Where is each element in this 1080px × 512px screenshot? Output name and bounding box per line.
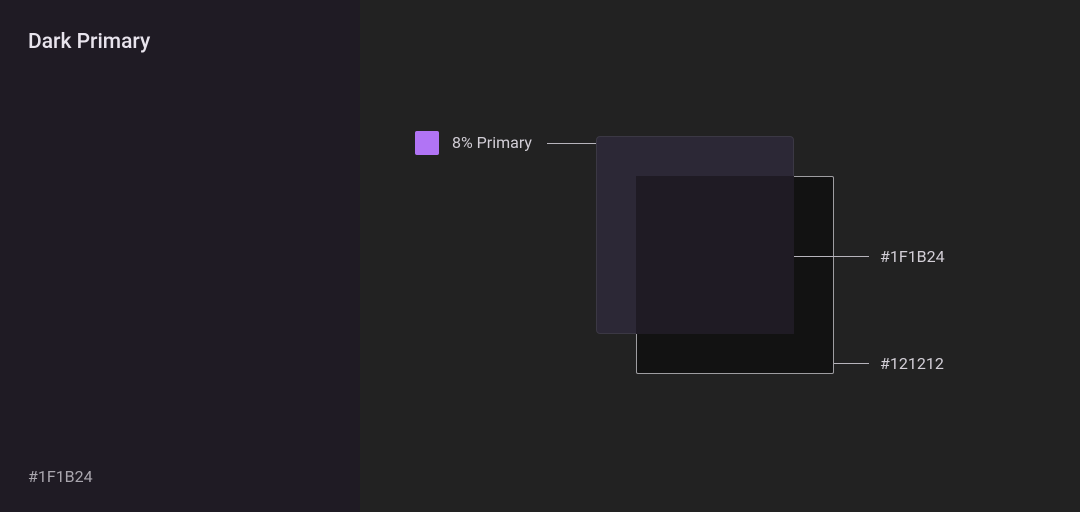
sidebar-hex-label: #1F1B24: [28, 467, 93, 486]
leader-line-result: [794, 256, 869, 257]
leader-line-base: [834, 363, 869, 364]
sidebar-panel: Dark Primary #1F1B24: [0, 0, 360, 512]
overlay-percentage-label: 8% Primary: [452, 133, 532, 152]
base-hex-label: #121212: [880, 354, 944, 373]
result-hex-label: #1F1B24: [880, 247, 945, 266]
result-color-layer: [636, 176, 794, 334]
leader-line-overlay: [547, 143, 596, 144]
page-title: Dark Primary: [28, 30, 332, 54]
primary-color-swatch: [415, 131, 439, 155]
main-canvas: 8% Primary #1F1B24 #121212: [360, 0, 1080, 512]
